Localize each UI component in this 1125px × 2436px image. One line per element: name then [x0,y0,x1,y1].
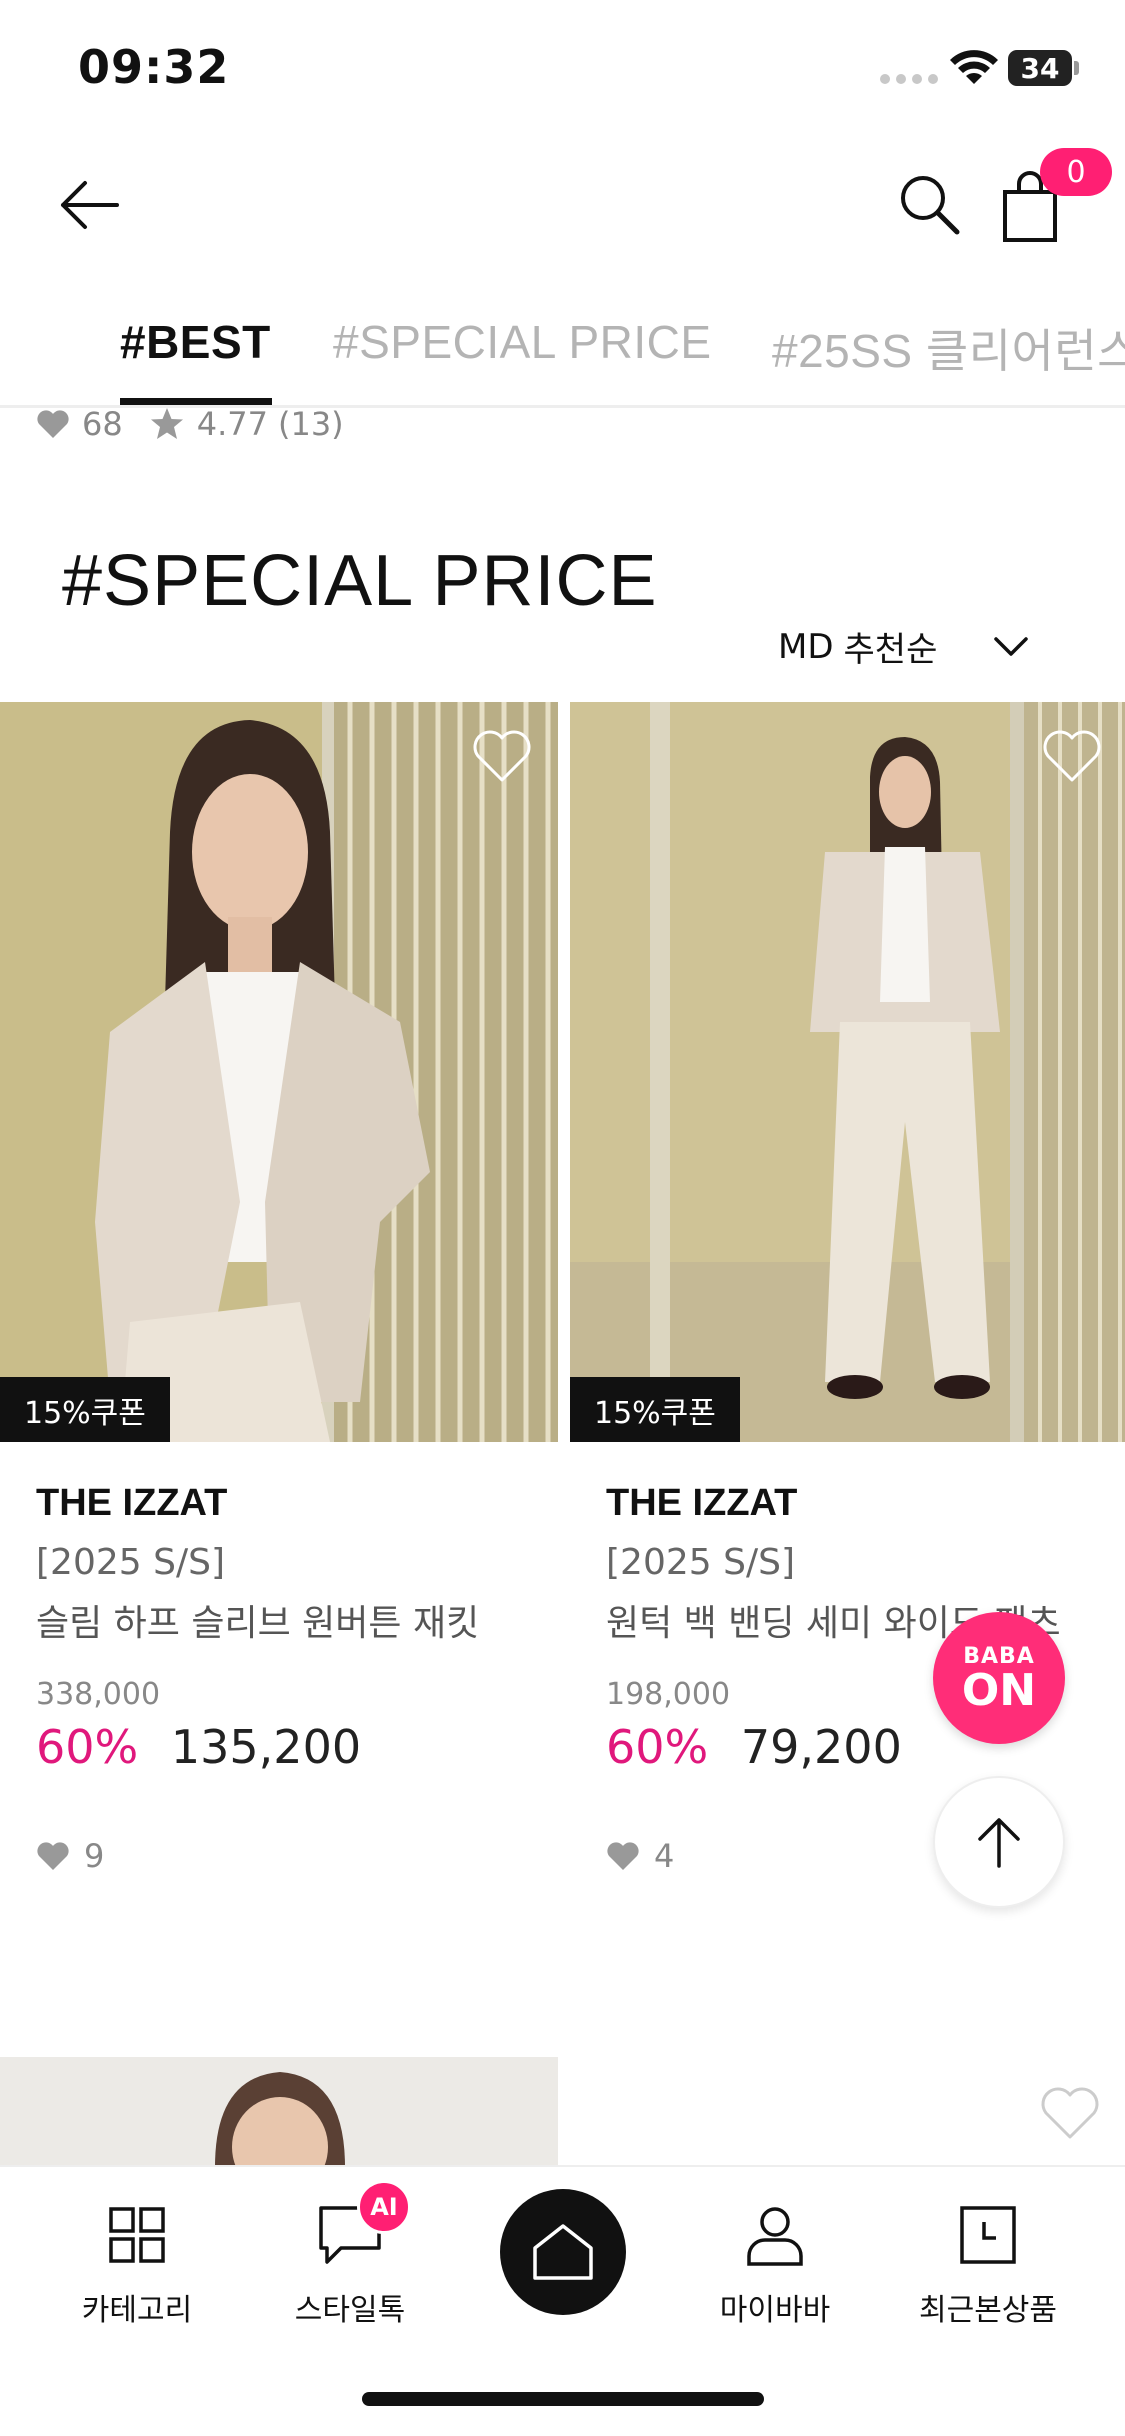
product-image[interactable]: 15%쿠폰 [570,702,1125,1442]
price-row: 60% 79,200 [606,1720,902,1774]
product-likes: 9 [36,1837,104,1875]
grid-icon [109,2207,165,2263]
tab-active-indicator [120,398,272,405]
star-icon [150,408,183,439]
cart-count-badge: 0 [1040,148,1112,196]
previous-item-stats: 68 4.77 (13) [36,405,344,443]
arrow-up-icon [978,1818,1020,1868]
previous-item-rating: 4.77 [196,405,268,443]
nav-my-baba[interactable]: 마이바바 [675,2195,875,2329]
status-time: 09:32 [78,40,230,94]
product-brand: THE IZZAT [36,1482,228,1524]
scroll-top-button[interactable] [933,1776,1065,1908]
heart-icon [37,1842,69,1870]
nav-recently-viewed[interactable]: 최근본상품 [888,2195,1088,2329]
search-icon[interactable] [895,170,965,240]
home-button[interactable] [500,2189,626,2315]
ai-badge: AI [357,2180,411,2234]
product-season: [2025 S/S] [36,1542,225,1583]
sort-label: 추천순 [843,630,938,670]
next-product-image[interactable] [0,2057,558,2167]
heart-icon [37,410,69,438]
nav-my-baba-label: 마이바바 [719,2293,831,2328]
product-name[interactable]: 슬림 하프 슬리브 원버튼 재킷 [36,1594,479,1646]
heart-icon [607,1842,639,1870]
recent-clock-icon [960,2206,1016,2264]
previous-item-likes: 68 [82,405,123,443]
nav-style-talk[interactable]: 스타일톡 [250,2195,450,2329]
product-likes: 4 [606,1837,674,1875]
tab-best[interactable]: #BEST [120,315,271,369]
sale-price: 79,200 [740,1720,902,1774]
nav-category[interactable]: 카테고리 [37,2195,237,2329]
nav-style-talk-label: 스타일톡 [294,2293,406,2328]
price-row: 60% 135,200 [36,1720,361,1774]
section-title: #SPECIAL PRICE [62,541,658,621]
original-price: 338,000 [36,1677,161,1712]
tab-25ss-clearance[interactable]: #25SS 클리어런스 [772,315,1125,381]
nav-recently-viewed-label: 최근본상품 [919,2293,1057,2328]
wishlist-heart-icon[interactable] [1040,2085,1100,2141]
like-count: 9 [84,1837,105,1875]
sale-price: 135,200 [170,1720,362,1774]
wishlist-heart-icon[interactable] [1042,728,1102,784]
category-tabs: #BEST #SPECIAL PRICE #25SS 클리어런스 [0,290,1125,408]
sort-dropdown[interactable]: MD 추천순 [778,622,1029,671]
home-indicator [362,2392,764,2406]
product-card[interactable]: 15%쿠폰 THE IZZAT [2025 S/S] 원턱 백 밴딩 세미 와이… [570,702,1125,1875]
user-icon [747,2207,803,2266]
product-card[interactable]: 15%쿠폰 THE IZZAT [2025 S/S] 슬림 하프 슬리브 원버튼… [0,702,558,1875]
chevron-down-icon [994,636,1029,656]
coupon-badge: 15%쿠폰 [0,1377,170,1442]
baba-on-big-label: ON [961,1664,1037,1716]
status-bar: 09:32 34 [0,0,1125,130]
discount-rate: 60% [36,1720,139,1774]
battery-icon: 34 [1008,50,1072,86]
product-season: [2025 S/S] [606,1542,795,1583]
original-price: 198,000 [606,1677,731,1712]
tab-special-price[interactable]: #SPECIAL PRICE [333,315,712,369]
back-arrow-icon[interactable] [55,175,125,235]
battery-cap [1074,61,1079,75]
product-brand: THE IZZAT [606,1482,798,1524]
wifi-icon [950,50,998,84]
baba-on-button[interactable]: BABA ON [933,1612,1065,1744]
home-icon [533,2224,593,2280]
previous-item-review-count: (13) [277,405,344,443]
wishlist-heart-icon[interactable] [472,728,532,784]
sort-prefix: MD [778,626,834,667]
header: 0 [0,130,1125,280]
coupon-badge: 15%쿠폰 [570,1377,740,1442]
product-image[interactable]: 15%쿠폰 [0,702,558,1442]
discount-rate: 60% [606,1720,709,1774]
signal-icon [880,74,938,84]
like-count: 4 [654,1837,675,1875]
nav-category-label: 카테고리 [81,2293,193,2328]
